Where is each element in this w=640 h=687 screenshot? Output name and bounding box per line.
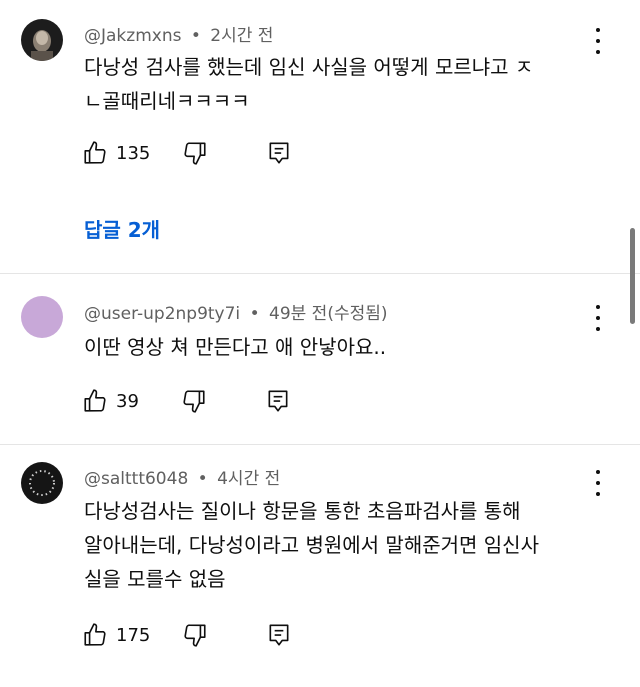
more-vert-icon [596,28,600,32]
divider [0,273,640,274]
comment-line: 알아내는데, 다낭성이라고 병원에서 말해준거면 임신사 [84,533,539,557]
comment-time[interactable]: 4시간 전 [217,469,280,489]
comment-line: 실을 모를수 없음 [84,567,226,591]
comment-meta: @user-up2np9ty7i • 49분 전(수정됨) [84,299,388,324]
reply-button[interactable] [266,140,292,166]
comment-text: 다낭성검사는 질이나 항문을 통한 초음파검사를 통해 알아내는데, 다낭성이라… [84,494,584,596]
author-name[interactable]: @user-up2np9ty7i [84,304,240,324]
avatar[interactable] [21,462,63,504]
thumbs-up-icon [84,389,106,412]
comment-actions: 39 [82,386,291,416]
more-options-button[interactable] [588,305,608,331]
comment-line: 다낭성검사는 질이나 항문을 통한 초음파검사를 통해 [84,499,521,523]
reply-icon [268,390,288,412]
comment-meta: @salttt6048 • 4시간 전 [84,464,280,489]
reply-icon [269,142,289,164]
like-count: 39 [116,390,139,412]
comment-meta: @Jakzmxns • 2시간 전 [84,21,273,46]
dark-photo-avatar-icon [21,19,63,61]
like-count: 135 [116,142,151,164]
comment-time[interactable]: 2시간 전 [210,26,273,46]
more-vert-icon [596,305,600,309]
meta-separator: • [249,304,260,324]
comment-line: 다낭성 검사를 했는데 임신 사실을 어떻게 모르냐고 ㅈ [84,55,534,79]
thumbs-up-icon [84,141,106,164]
thumbs-up-icon [84,623,106,646]
replies-toggle[interactable]: 답글 2개 [84,214,160,243]
comment-line: ㄴ골때리네ㅋㅋㅋㅋ [84,89,250,113]
thumbs-down-icon [184,624,206,647]
thumbs-down-icon [184,142,206,165]
dislike-button[interactable] [182,622,208,648]
author-name[interactable]: @Jakzmxns [84,26,181,46]
dislike-button[interactable] [181,388,207,414]
thumbs-down-icon [183,390,205,413]
author-name[interactable]: @salttt6048 [84,469,188,489]
like-count: 175 [116,624,151,646]
comment-text: 다낭성 검사를 했는데 임신 사실을 어떻게 모르냐고 ㅈ ㄴ골때리네ㅋㅋㅋㅋ [84,50,584,118]
meta-separator: • [197,469,208,489]
comment-actions: 135 [82,138,292,168]
reply-button[interactable] [266,622,292,648]
meta-separator: • [190,26,201,46]
comment-time[interactable]: 49분 전(수정됨) [269,304,388,324]
more-vert-icon [596,470,600,474]
comment-line: 이딴 영상 쳐 만든다고 애 안낳아요.. [84,335,387,359]
like-button[interactable]: 175 [82,622,150,648]
reply-icon [269,624,289,646]
like-button[interactable]: 39 [82,388,139,414]
comment-actions: 175 [82,620,292,650]
divider [0,444,640,445]
dislike-button[interactable] [182,140,208,166]
avatar[interactable] [21,296,63,338]
dotted-ring-avatar-icon [21,462,63,504]
avatar[interactable] [21,19,63,61]
like-button[interactable]: 135 [82,140,150,166]
reply-button[interactable] [265,388,291,414]
more-options-button[interactable] [588,28,608,54]
more-options-button[interactable] [588,470,608,496]
scrollbar[interactable] [630,228,635,324]
comment-text: 이딴 영상 쳐 만든다고 애 안낳아요.. [84,330,584,364]
